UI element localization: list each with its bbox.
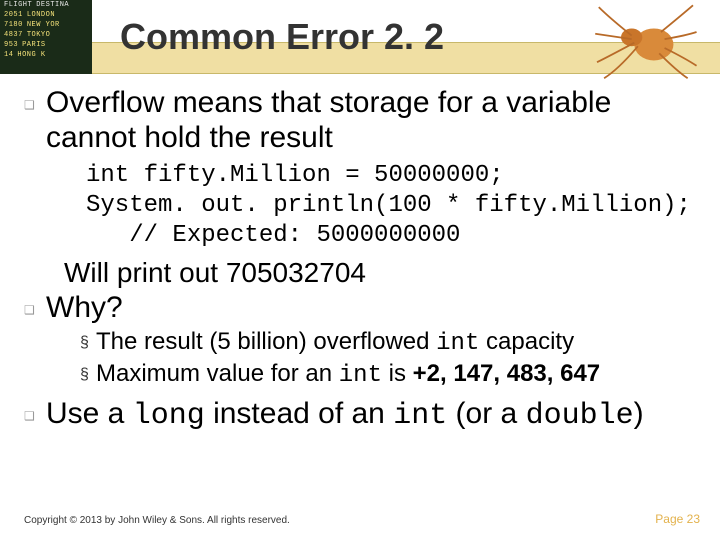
code-line-3: // Expected: 5000000000: [86, 222, 460, 249]
slide-content: ❑ Overflow means that storage for a vari…: [24, 82, 700, 434]
bullet-1-text: Overflow means that storage for a variab…: [46, 86, 700, 155]
bullet-1: ❑ Overflow means that storage for a vari…: [24, 86, 700, 155]
output-text: Will print out 705032704: [64, 257, 700, 289]
bullet-3: ❑ Use a long instead of an int (or a dou…: [24, 397, 700, 434]
bullet-2: ❑ Why?: [24, 291, 700, 326]
code-line-1: int fifty.Million = 50000000;: [86, 162, 504, 189]
slide-title: Common Error 2. 2: [120, 16, 444, 58]
sub-bullet-2-text: Maximum value for an int is +2, 147, 483…: [96, 360, 600, 391]
code-block: int fifty.Million = 50000000; System. ou…: [86, 161, 700, 251]
bullet-marker: ❑: [24, 409, 36, 423]
sub-bullet-1-text: The result (5 billion) overflowed int ca…: [96, 328, 574, 359]
sub-bullet-2: § Maximum value for an int is +2, 147, 4…: [80, 360, 700, 391]
sub-bullet-marker: §: [80, 366, 96, 384]
page-number: Page 23: [655, 512, 700, 526]
bullet-marker: ❑: [24, 98, 36, 112]
sub-bullet-1: § The result (5 billion) overflowed int …: [80, 328, 700, 359]
bullet-marker: ❑: [24, 303, 36, 317]
spider-icon: [590, 0, 700, 80]
copyright-footer: Copyright © 2013 by John Wiley & Sons. A…: [24, 515, 290, 526]
sub-bullet-list: § The result (5 billion) overflowed int …: [80, 328, 700, 392]
bullet-3-text: Use a long instead of an int (or a doubl…: [46, 397, 644, 434]
code-line-2: System. out. println(100 * fifty.Million…: [86, 192, 691, 219]
sub-bullet-marker: §: [80, 334, 96, 352]
bullet-2-text: Why?: [46, 291, 123, 326]
departure-board-graphic: FLIGHTDESTINA 2051LONDON 7180NEW YOR 483…: [0, 0, 92, 74]
